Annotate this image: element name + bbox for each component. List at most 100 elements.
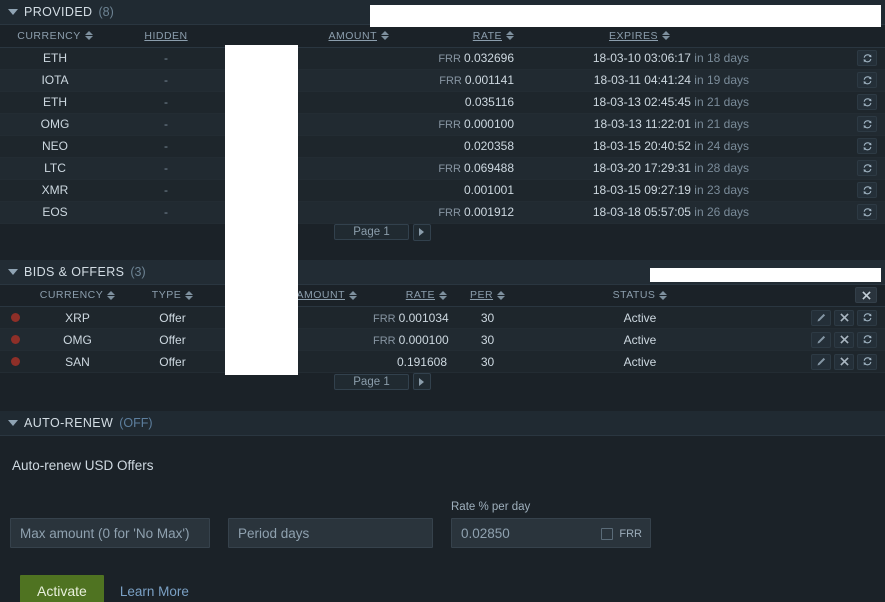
cell-actions (757, 113, 885, 136)
provided-count: (8) (98, 5, 114, 19)
col-header-bo-rate[interactable]: RATE (365, 284, 455, 307)
col-header-amount[interactable]: AMOUNT (222, 25, 397, 48)
cell-bo-rate: 0.191608 (365, 350, 455, 373)
learn-more-link[interactable]: Learn More (120, 584, 189, 599)
sort-icon-bo-per[interactable] (497, 290, 506, 300)
bids-offers-page-button[interactable]: Page 1 (334, 373, 409, 390)
renew-offer-button[interactable] (857, 116, 877, 132)
cell-status-dot (0, 328, 30, 351)
cell-bo-rate: FRR 0.000100 (365, 328, 455, 351)
period-days-input[interactable] (228, 518, 433, 548)
renew-offer-button[interactable] (857, 353, 877, 370)
cell-hidden: - (110, 179, 222, 202)
edit-offer-button[interactable] (811, 331, 831, 348)
cell-currency: EOS (0, 201, 110, 224)
cell-bo-per: 30 (455, 306, 520, 329)
table-row[interactable]: EOS-EOSFRR0.00191218-03-18 05:57:05 in 2… (0, 201, 885, 224)
table-row[interactable]: OMGOfferOMGFRR0.00010030Active (0, 328, 885, 351)
col-header-hidden[interactable]: HIDDEN (110, 25, 222, 48)
cell-hidden: - (110, 157, 222, 180)
cell-currency: ETH (0, 91, 110, 114)
col-header-bo-status[interactable]: STATUS (520, 284, 760, 307)
cell-hidden: - (110, 201, 222, 224)
col-header-bo-currency[interactable]: CURRENCY (30, 284, 125, 307)
renew-offer-button[interactable] (857, 138, 877, 154)
cell-hidden: - (110, 69, 222, 92)
cancel-all-offers-button[interactable] (855, 287, 877, 304)
col-label-hidden: HIDDEN (144, 29, 188, 42)
cell-bo-status: Active (520, 350, 760, 373)
cell-hidden: - (110, 47, 222, 70)
status-dot-icon (10, 312, 20, 322)
col-label-expires: EXPIRES (608, 29, 659, 42)
renew-offer-button[interactable] (857, 331, 877, 348)
table-row[interactable]: XMR-XMR0.00100118-03-15 09:27:19 in 23 d… (0, 179, 885, 202)
cell-bo-actions (760, 328, 885, 351)
frr-checkbox[interactable] (601, 528, 614, 540)
provided-table-body: ETH-ETHFRR0.03269618-03-10 03:06:17 in 1… (0, 47, 885, 224)
sort-icon-amount[interactable] (381, 31, 389, 41)
cell-actions (757, 135, 885, 158)
table-row[interactable]: LTC-LTCFRR0.06948818-03-20 17:29:31 in 2… (0, 157, 885, 180)
cell-expires: 18-03-13 02:45:45 in 21 days (522, 91, 757, 114)
cell-actions (757, 47, 885, 70)
lending-panel: PROVIDED (8) CURRENCY HIDDEN AMOUNT RATE… (0, 0, 885, 602)
cancel-offer-button[interactable] (834, 353, 854, 370)
cell-actions (757, 179, 885, 202)
cell-bo-type: Offer (125, 306, 220, 329)
col-header-currency[interactable]: CURRENCY (0, 25, 110, 48)
edit-offer-button[interactable] (811, 353, 831, 370)
activate-button[interactable]: Activate (20, 575, 104, 602)
col-header-bo-type[interactable]: TYPE (125, 284, 220, 307)
max-amount-input[interactable] (10, 518, 210, 548)
renew-offer-button[interactable] (857, 204, 877, 220)
table-row[interactable]: ETH-ETH0.03511618-03-13 02:45:45 in 21 d… (0, 91, 885, 114)
chevron-down-icon[interactable] (8, 420, 18, 426)
col-header-rate[interactable]: RATE (397, 25, 522, 48)
renew-offer-button[interactable] (857, 309, 877, 326)
redaction-overlay-amount (225, 45, 298, 375)
cell-hidden: - (110, 135, 222, 158)
renew-offer-button[interactable] (857, 50, 877, 66)
cancel-offer-button[interactable] (834, 331, 854, 348)
cell-actions (757, 157, 885, 180)
cell-bo-status: Active (520, 328, 760, 351)
provided-page-button[interactable]: Page 1 (334, 224, 409, 240)
chevron-down-icon[interactable] (8, 9, 18, 15)
sort-icon-rate[interactable] (506, 31, 514, 41)
col-header-bo-per[interactable]: PER (455, 284, 520, 307)
renew-offer-button[interactable] (857, 94, 877, 110)
sort-icon-bo-amount[interactable] (349, 290, 357, 300)
table-row[interactable]: SANOfferSAN0.19160830Active (0, 350, 885, 373)
renew-offer-button[interactable] (857, 72, 877, 88)
bids-offers-table: CURRENCY TYPE AMOUNT RATE PER STATUS XRP… (0, 284, 885, 373)
cell-rate: FRR 0.001141 (397, 69, 522, 92)
edit-offer-button[interactable] (811, 309, 831, 326)
cell-actions (757, 69, 885, 92)
bids-offers-next-page-button[interactable] (412, 373, 431, 390)
auto-renew-section-header[interactable]: AUTO-RENEW (OFF) (0, 411, 885, 436)
status-dot-icon (10, 334, 20, 344)
frr-checkbox-label[interactable]: FRR (619, 528, 642, 540)
bids-offers-title: BIDS & OFFERS (24, 264, 125, 279)
renew-offer-button[interactable] (857, 182, 877, 198)
table-row[interactable]: ETH-ETHFRR0.03269618-03-10 03:06:17 in 1… (0, 47, 885, 70)
sort-icon-bo-type[interactable] (185, 290, 194, 300)
cell-expires: 18-03-11 04:41:24 in 19 days (522, 69, 757, 92)
cell-rate: FRR 0.032696 (397, 47, 522, 70)
cell-currency: LTC (0, 157, 110, 180)
sort-icon-bo-rate[interactable] (439, 290, 447, 300)
col-header-expires[interactable]: EXPIRES (522, 25, 757, 48)
sort-icon-bo-status[interactable] (659, 290, 668, 300)
table-row[interactable]: OMG-OMGFRR0.00010018-03-13 11:22:01 in 2… (0, 113, 885, 136)
sort-icon-currency[interactable] (84, 31, 93, 41)
table-row[interactable]: NEO-NEO0.02035818-03-15 20:40:52 in 24 d… (0, 135, 885, 158)
sort-icon-bo-currency[interactable] (107, 290, 116, 300)
sort-icon-expires[interactable] (662, 31, 671, 41)
table-row[interactable]: IOTA-MiFRR0.00114118-03-11 04:41:24 in 1… (0, 69, 885, 92)
provided-next-page-button[interactable] (412, 223, 431, 241)
table-row[interactable]: XRPOfferXRPFRR0.00103430Active (0, 306, 885, 329)
renew-offer-button[interactable] (857, 160, 877, 176)
cancel-offer-button[interactable] (834, 309, 854, 326)
chevron-down-icon[interactable] (8, 268, 18, 275)
